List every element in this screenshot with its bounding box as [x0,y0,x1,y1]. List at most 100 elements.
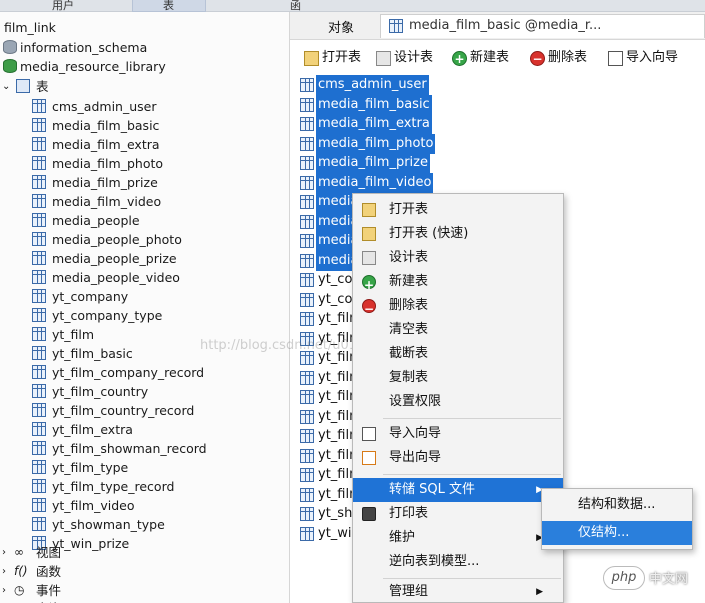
object-list-item[interactable]: yt_film_type_record [298,465,352,485]
delete-table-label: 删除表 [548,50,588,65]
table-label: media_people_photo [52,232,182,247]
functions-label: 函数 [36,564,62,579]
menu-reverse-to-model[interactable]: 逆向表到模型... [353,550,563,574]
object-list-item[interactable]: yt_film_country [298,368,352,388]
menu-structure-and-data[interactable]: 结构和数据... [542,493,692,517]
connection-item[interactable]: film_link [4,18,56,37]
table-icon [300,78,314,92]
object-list-item[interactable]: media_film_video [298,172,458,193]
chevron-right-icon[interactable]: › [2,581,6,600]
object-label: yt_film_country [318,369,352,385]
chevron-down-icon[interactable]: ⌄ [2,77,10,96]
menu-copy-table[interactable]: 复制表 [353,366,563,390]
table-icon [300,136,314,151]
table-label: media_film_prize [52,175,158,190]
menu-design-table[interactable]: 设计表 [353,246,563,270]
table-icon [300,448,314,463]
menu-open-table[interactable]: 打开表 [353,198,563,222]
menu-print-table[interactable]: 打印表 [353,502,563,526]
menu-structure-only[interactable]: 仅结构... [542,521,692,545]
menu-label: 复制表 [389,370,429,385]
open-table-button[interactable]: 打开表 [304,48,370,68]
menu-label: 删除表 [389,298,429,313]
menu-manage-group[interactable]: 管理组 ▶ [353,580,563,603]
table-label: media_people [52,213,140,228]
tab-media-film-basic[interactable]: media_film_basic @media_r... [380,14,705,38]
table-label: media_people_video [52,270,180,285]
menu-delete-table[interactable]: − 删除表 [353,294,563,318]
object-list-item[interactable]: media_film_photo [298,133,458,154]
chevron-right-icon[interactable]: › [2,543,6,562]
table-icon [300,253,314,268]
object-list-item[interactable]: media_film_extra [298,114,458,134]
object-list-item[interactable]: yt_film_type [298,446,352,466]
database-label: information_schema [20,40,148,55]
table-icon [32,232,46,246]
menu-maintain[interactable]: 维护 ▶ [353,526,563,550]
menu-export-wizard[interactable]: 导出向导 [353,446,563,470]
object-list-item[interactable]: media_people_video [298,250,352,271]
table-icon [32,137,46,151]
import-wizard-button[interactable]: 导入向导 [608,48,698,68]
object-list-item[interactable]: media_people [298,192,352,212]
menu-label: 仅结构... [578,525,630,540]
object-list-item[interactable]: media_people_prize [298,231,352,251]
object-list-item[interactable]: yt_film_showman_record [298,426,352,446]
object-label: yt_showman_type [318,506,352,521]
table-label: yt_company_type [52,308,163,323]
database-open-icon [3,59,17,73]
object-label: yt_film_extra [318,408,352,424]
table-icon [300,468,314,482]
object-list-item[interactable]: yt_company [298,270,352,290]
menu-dump-sql[interactable]: 转储 SQL 文件 ▶ [353,478,563,502]
navigator-pane: film_link information_schema media_resou… [0,12,290,603]
chevron-right-icon[interactable]: › [2,562,6,581]
object-list-item[interactable]: media_film_prize [298,153,458,173]
object-bar: 对象 media_film_basic @media_r... [290,12,705,40]
table-label: media_film_extra [52,137,160,152]
object-list-item[interactable]: cms_admin_user [298,75,458,95]
menu-separator [383,578,561,579]
object-list-item[interactable]: yt_film_country_record [298,387,352,407]
dump-sql-submenu: 结构和数据... 仅结构... [541,488,693,550]
delete-table-button[interactable]: − 删除表 [530,48,596,68]
table-icon [32,403,46,417]
function-icon: f() [14,564,28,578]
import-icon [362,427,376,441]
tab-tables[interactable]: 表 [132,0,206,12]
menu-truncate-table[interactable]: 截断表 [353,342,563,366]
menu-label: 管理组 [389,584,429,599]
object-list-item[interactable]: media_people_photo [298,211,352,232]
menu-label: 清空表 [389,322,429,337]
menu-label: 转储 SQL 文件 [389,482,475,497]
chevron-right-icon[interactable]: › [2,599,6,603]
menu-import-wizard[interactable]: 导入向导 [353,422,563,446]
object-list-item[interactable]: yt_showman_type [298,504,352,524]
table-icon [300,156,314,170]
events-label: 事件 [36,583,62,598]
object-list-item[interactable]: media_film_basic [298,94,458,115]
object-list-item[interactable]: yt_film_video [298,485,352,505]
menu-set-permissions[interactable]: 设置权限 [353,390,563,414]
object-list-item[interactable]: yt_film_extra [298,407,352,427]
table-icon [32,251,46,265]
table-icon [32,156,46,170]
menu-new-table[interactable]: + 新建表 [353,270,563,294]
table-icon [300,487,314,502]
menu-label: 截断表 [389,346,429,361]
menu-open-table-fast[interactable]: 打开表 (快速) [353,222,563,246]
new-table-button[interactable]: + 新建表 [452,48,518,68]
context-menu: 打开表 打开表 (快速) 设计表 + 新建表 − 删除表 清空表 截断表 复制表… [352,193,564,603]
object-list-item[interactable]: yt_win_prize [298,524,352,544]
object-list-item[interactable]: yt_company_type [298,290,352,310]
table-icon [32,498,46,512]
object-list-item[interactable]: yt_film [298,309,352,329]
object-label: media_people_photo [316,211,352,232]
table-icon [300,214,314,229]
table-icon [300,234,314,248]
printer-icon [362,507,376,521]
menu-empty-table[interactable]: 清空表 [353,318,563,342]
table-icon [300,312,314,326]
design-table-button[interactable]: 设计表 [376,48,442,68]
objects-tab-label[interactable]: 对象 [328,17,354,36]
